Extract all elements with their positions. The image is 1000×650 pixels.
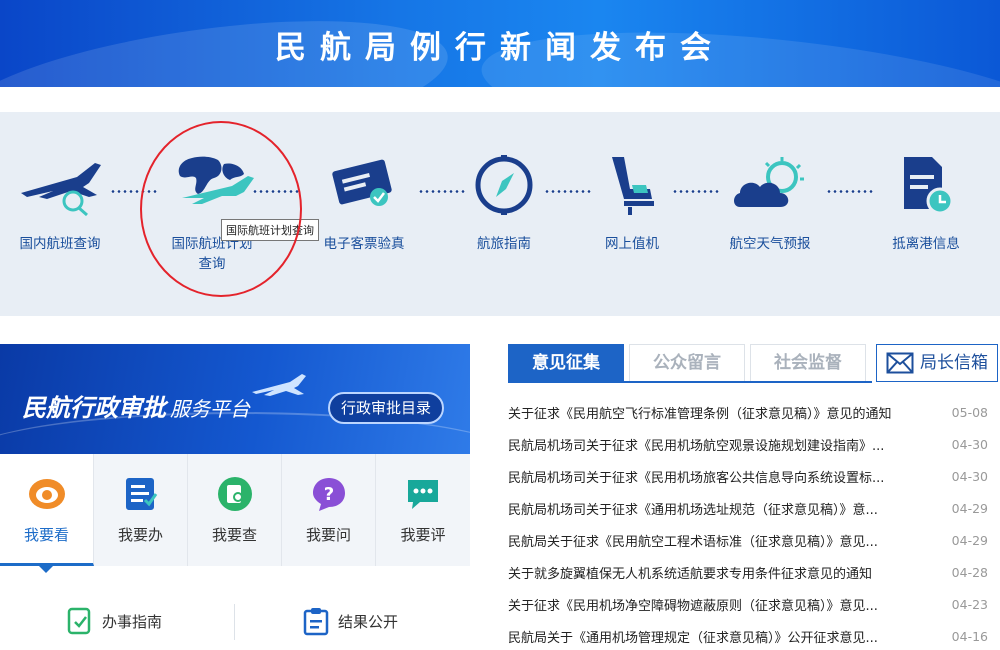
news-title[interactable]: 关于征求《民用航空飞行标准管理条例（征求意见稿）》意见的通知 [508,403,928,422]
action-do[interactable]: 我要办 [94,454,188,566]
news-title[interactable]: 关于就多旋翼植保无人机系统适航要求专用条件征求意见的通知 [508,563,928,582]
feedback-tabs: 意见征集 公众留言 社会监督 局长信箱 [508,344,998,382]
list-item[interactable]: 关于征求《民用航空飞行标准管理条例（征求意见稿）》意见的通知 05-08 [508,396,988,428]
guide-link[interactable]: 结果公开 [302,606,398,636]
service-label: 航空天气预报 [729,236,811,252]
action-label: 我要看 [23,526,69,544]
form-icon [94,476,187,512]
dotted-connector [252,190,300,193]
action-rate[interactable]: 我要评 [376,454,470,566]
tab-director-mailbox[interactable]: 局长信箱 [876,344,998,382]
guide-icon [67,607,91,635]
news-date: 04-30 [951,436,988,452]
search-doc-icon [188,476,281,512]
platform-title: 民航行政审批 服务平台 [22,388,250,423]
service-international-flight[interactable]: 国际航班计划 查询 [142,150,282,274]
service-arrival-departure[interactable]: 抵离港信息 [856,150,996,254]
clipboard-icon [303,608,329,636]
news-title[interactable]: 民航局机场司关于征求《通用机场选址规范（征求意见稿）》意... [508,499,928,518]
tab-social-supervision[interactable]: 社会监督 [750,344,866,382]
weather-icon [700,150,840,220]
eye-icon [0,476,93,512]
chat-icon [376,476,470,512]
seat-icon [562,150,702,220]
news-date: 04-16 [951,628,988,644]
compass-icon [434,150,574,220]
international-flight-icon [142,150,282,220]
list-item[interactable]: 民航局关于征求《民用航空工程术语标准（征求意见稿）》意见... 04-29 [508,524,988,556]
action-tabs: 我要看 我要办 我要查 ? 我要问 我要评 [0,454,470,573]
service-label: 国内航班查询 [19,236,101,252]
service-domestic-flight[interactable]: 国内航班查询 [0,150,130,254]
guide-links: 办事指南 结果公开 [0,600,470,650]
approval-catalog-button[interactable]: 行政审批目录 [328,392,444,424]
tab-opinion-collection[interactable]: 意见征集 [508,344,624,382]
tab-label: 局长信箱 [920,353,988,373]
service-label: 航旅指南 [477,236,531,252]
action-label: 我要评 [400,526,446,544]
platform-title-text: 民航行政审批 [22,394,166,422]
top-banner[interactable]: 民航局例行新闻发布会 [0,0,1000,87]
banner-title: 民航局例行新闻发布会 [275,30,725,66]
guide-label: 办事指南 [102,612,163,631]
news-date: 04-28 [951,564,988,580]
list-item[interactable]: 民航局机场司关于征求《民用机场航空观景设施规划建设指南》... 04-30 [508,428,988,460]
news-title[interactable]: 民航局机场司关于征求《民用机场旅客公共信息导向系统设置标... [508,467,928,486]
guide-link[interactable]: 办事指南 [66,606,162,636]
service-label: 抵离港信息 [892,236,960,252]
document-clock-icon [856,150,996,220]
news-date: 04-29 [951,532,988,548]
tab-public-messages[interactable]: 公众留言 [629,344,745,382]
platform-subtitle: 服务平台 [170,397,250,421]
service-label: 网上值机 [605,236,659,252]
news-title[interactable]: 民航局关于《通用机场管理规定（征求意见稿）》公开征求意见... [508,627,928,646]
list-item[interactable]: 关于就多旋翼植保无人机系统适航要求专用条件征求意见的通知 04-28 [508,556,988,588]
list-item[interactable]: 民航局机场司关于征求《民用机场旅客公共信息导向系统设置标... 04-30 [508,460,988,492]
action-view[interactable]: 我要看 [0,454,94,573]
divider [234,604,235,640]
news-title[interactable]: 民航局机场司关于征求《民用机场航空观景设施规划建设指南》... [508,435,928,454]
action-label: 我要办 [117,526,163,544]
services-strip: 国内航班查询 国际航班计划 查询 电子客票验真 航旅指南 网上值机 航空天气预报… [0,112,1000,316]
action-query[interactable]: 我要查 [188,454,282,566]
plane-icon [252,374,306,396]
action-label: 我要查 [211,526,257,544]
tab-underline [508,381,872,383]
action-label: 我要问 [305,526,351,544]
service-weather[interactable]: 航空天气预报 [700,150,840,254]
list-item[interactable]: 关于征求《民用机场净空障碍物遮蔽原则（征求意见稿）》意见... 04-23 [508,588,988,620]
news-date: 04-23 [951,596,988,612]
news-title[interactable]: 民航局关于征求《民用航空工程术语标准（征求意见稿）》意见... [508,531,928,550]
service-online-checkin[interactable]: 网上值机 [562,150,702,254]
news-date: 04-29 [951,500,988,516]
service-travel-guide[interactable]: 航旅指南 [434,150,574,254]
list-item[interactable]: 民航局关于《通用机场管理规定（征求意见稿）》公开征求意见... 04-16 [508,620,988,650]
action-ask[interactable]: ? 我要问 [282,454,376,566]
e-ticket-icon [294,150,434,220]
news-list: 关于征求《民用航空飞行标准管理条例（征求意见稿）》意见的通知 05-08 民航局机… [508,396,988,650]
guide-label: 结果公开 [338,612,399,631]
news-date: 05-08 [951,404,988,420]
list-item[interactable]: 民航局机场司关于征求《通用机场选址规范（征求意见稿）》意... 04-29 [508,492,988,524]
mail-icon [886,352,914,374]
tooltip: 国际航班计划查询 [221,219,319,241]
svg-text:?: ? [323,484,333,505]
news-title[interactable]: 关于征求《民用机场净空障碍物遮蔽原则（征求意见稿）》意见... [508,595,928,614]
domestic-flight-icon [0,150,130,220]
question-icon: ? [282,476,375,512]
news-date: 04-30 [951,468,988,484]
